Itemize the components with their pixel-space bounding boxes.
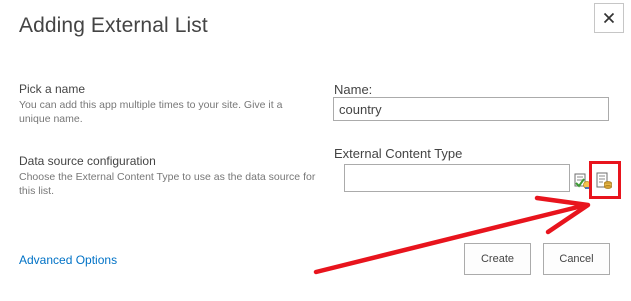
advanced-options-link[interactable]: Advanced Options [19,253,117,267]
data-source-heading: Data source configuration [19,154,156,168]
dialog-title: Adding External List [19,14,208,37]
data-source-description-line2: this list. [19,185,55,197]
cancel-button[interactable]: Cancel [543,243,610,275]
pick-name-description-line2: unique name. [19,113,83,125]
close-icon [603,12,615,24]
name-field-label: Name: [334,82,373,97]
pick-name-heading: Pick a name [19,82,86,96]
external-content-type-label: External Content Type [334,146,463,161]
pick-name-description-line1: You can add this app multiple times to y… [19,99,283,111]
close-button[interactable] [594,3,624,33]
data-source-description-line1: Choose the External Content Type to use … [19,171,316,183]
external-content-type-input[interactable] [344,164,570,192]
annotation-highlight-box [589,161,621,199]
name-input[interactable] [333,97,609,121]
create-button[interactable]: Create [464,243,531,275]
adding-external-list-dialog: Adding External List Pick a name You can… [0,0,631,301]
